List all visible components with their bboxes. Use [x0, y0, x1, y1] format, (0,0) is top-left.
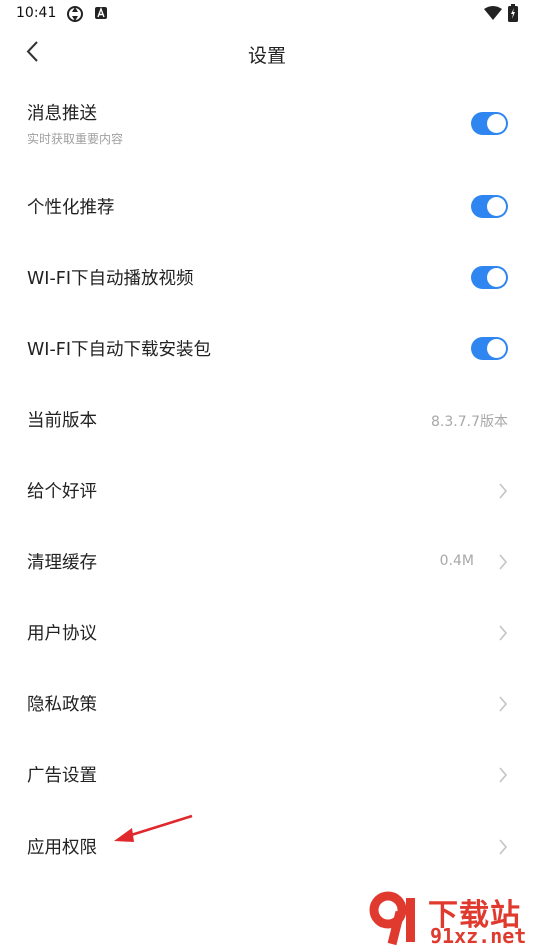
setting-sublabel: 实时获取重要内容: [27, 132, 124, 146]
setting-row-push[interactable]: 消息推送 实时获取重要内容: [0, 88, 534, 160]
watermark: 下载站 91xz.net: [360, 888, 534, 950]
wifi-download-toggle[interactable]: [471, 337, 508, 360]
setting-label: 用户协议: [27, 624, 97, 644]
wifi-autoplay-toggle[interactable]: [471, 266, 508, 289]
status-time: 10:41: [16, 5, 57, 21]
setting-row-wifi-autoplay[interactable]: WI-FI下自动播放视频: [0, 253, 534, 303]
chevron-right-icon: [499, 625, 508, 641]
setting-row-rate[interactable]: 给个好评: [0, 466, 534, 516]
setting-row-ad-settings[interactable]: 广告设置: [0, 750, 534, 800]
wifi-icon: [484, 5, 502, 24]
setting-label: WI-FI下自动播放视频: [27, 269, 194, 289]
chevron-right-icon: [499, 696, 508, 712]
chevron-right-icon: [499, 839, 508, 855]
annotation-arrow-icon: [114, 814, 193, 842]
chevron-right-icon: [499, 483, 508, 499]
sync-icon: [66, 5, 84, 27]
setting-row-wifi-download[interactable]: WI-FI下自动下载安装包: [0, 324, 534, 374]
setting-row-clear-cache[interactable]: 清理缓存 0.4M: [0, 537, 534, 587]
personalized-toggle[interactable]: [471, 195, 508, 218]
status-bar: 10:41: [0, 0, 534, 28]
setting-row-app-permissions[interactable]: 应用权限: [0, 822, 534, 872]
setting-row-privacy[interactable]: 隐私政策: [0, 679, 534, 729]
version-value: 8.3.7.7版本: [431, 414, 508, 430]
setting-label: 个性化推荐: [27, 198, 115, 218]
page-title: 设置: [247, 45, 286, 67]
setting-label: 广告设置: [27, 766, 97, 786]
setting-label: 给个好评: [27, 482, 97, 502]
setting-label: WI-FI下自动下载安装包: [27, 340, 212, 360]
chevron-right-icon: [499, 767, 508, 783]
watermark-logo-icon: [369, 891, 415, 946]
setting-row-personalized[interactable]: 个性化推荐: [0, 182, 534, 232]
setting-label: 应用权限: [27, 838, 97, 858]
setting-row-version: 当前版本 8.3.7.7版本: [0, 395, 534, 445]
watermark-domain: 91xz.net: [430, 924, 527, 948]
header: 设置: [0, 30, 534, 74]
push-toggle[interactable]: [471, 112, 508, 135]
setting-label: 消息推送: [27, 104, 97, 124]
setting-label: 隐私政策: [27, 695, 97, 715]
battery-charging-icon: [508, 4, 518, 26]
setting-row-user-agreement[interactable]: 用户协议: [0, 608, 534, 658]
notification-a-icon: [94, 5, 108, 25]
chevron-right-icon: [499, 554, 508, 570]
setting-label: 清理缓存: [27, 553, 97, 573]
setting-label: 当前版本: [27, 411, 97, 431]
cache-size-value: 0.4M: [439, 553, 474, 569]
